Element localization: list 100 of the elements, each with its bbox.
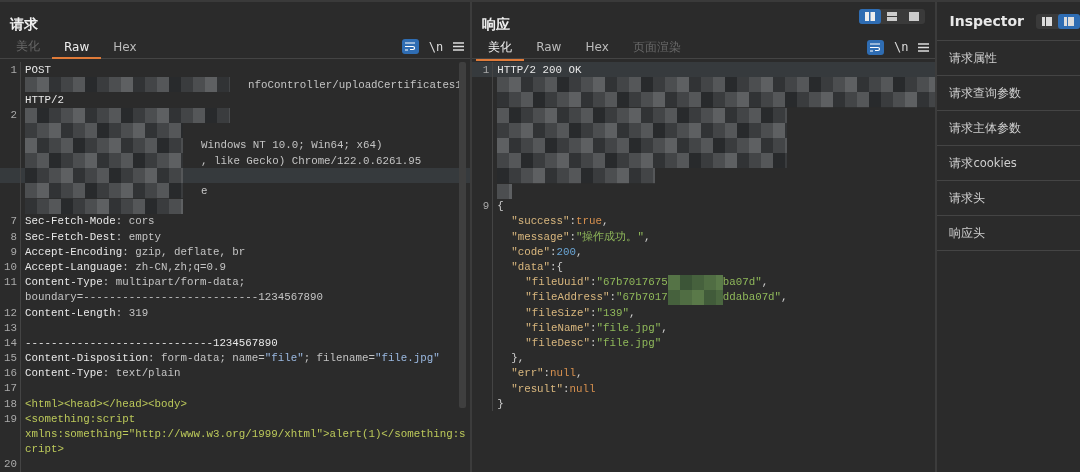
code-text: : 319 bbox=[115, 306, 149, 319]
inspector-section[interactable]: 请求头 bbox=[937, 181, 1080, 216]
code-text: , bbox=[628, 306, 636, 319]
line-number: 12 bbox=[3, 306, 18, 319]
layout-button[interactable] bbox=[1058, 13, 1080, 29]
code-text: "result" bbox=[511, 382, 564, 395]
code-text: , bbox=[661, 321, 668, 334]
newline-toggle[interactable]: \n bbox=[428, 39, 444, 54]
panel-icon bbox=[1042, 16, 1052, 26]
code-text: ddaba07d" bbox=[722, 291, 782, 304]
code-text: : bbox=[569, 230, 576, 243]
line-number: 13 bbox=[3, 321, 18, 334]
line-number: 16 bbox=[3, 367, 18, 380]
code-text: : bbox=[563, 382, 570, 395]
code-text: -----------------------------1234567890 bbox=[25, 336, 278, 349]
line-number: 19 bbox=[3, 412, 18, 425]
code-text: null bbox=[550, 367, 576, 380]
line-number: 1 bbox=[9, 63, 18, 76]
tab[interactable]: Hex bbox=[101, 36, 149, 59]
inspector-title: Inspector bbox=[949, 13, 1024, 29]
inspector-section[interactable]: 请求主体参数 bbox=[937, 111, 1080, 146]
newline-toggle[interactable]: \n bbox=[894, 40, 909, 54]
code-text: Content-Length bbox=[25, 306, 116, 319]
code-text: : bbox=[569, 215, 576, 228]
code-text: , bbox=[601, 215, 609, 228]
line-number: 17 bbox=[3, 382, 18, 395]
code-text: <something:script bbox=[25, 412, 136, 425]
code-text: HTTP/2 200 OK bbox=[497, 63, 582, 76]
code-text: }, bbox=[511, 352, 525, 365]
code-text: boundary=---------------------------1234567890 bbox=[25, 291, 324, 304]
tab[interactable]: Raw bbox=[524, 37, 574, 59]
layout-button[interactable] bbox=[859, 9, 882, 24]
line-number: 9 bbox=[9, 245, 18, 258]
code-text: , bbox=[576, 245, 583, 258]
code-text: , like Gecko) Chrome/122.0.6261.95 bbox=[201, 154, 422, 167]
code-text: "fileDesc" bbox=[525, 336, 590, 349]
code-text: "操作成功。" bbox=[576, 229, 644, 244]
line-number: 18 bbox=[3, 397, 18, 410]
code-text: "file.jpg" bbox=[374, 352, 440, 365]
wrap-icon bbox=[870, 42, 881, 52]
code-text: nfoController/uploadCertificates1 bbox=[248, 78, 462, 91]
columns-icon bbox=[865, 12, 876, 21]
redaction-mosaic bbox=[667, 274, 723, 290]
code-text: : bbox=[590, 276, 597, 289]
code-text: "fileUuid" bbox=[525, 276, 590, 289]
code-text: : bbox=[590, 306, 597, 319]
square-icon bbox=[909, 12, 920, 21]
code-text: <html><head></head><body> bbox=[25, 397, 187, 410]
code-text: : zh-CN,zh;q=0.9 bbox=[122, 260, 226, 273]
line-number: 15 bbox=[3, 352, 18, 365]
line-number: 9 bbox=[481, 200, 491, 213]
panel-title: 响应 bbox=[482, 16, 511, 34]
code-text: : bbox=[543, 367, 551, 380]
code-text: "err" bbox=[511, 367, 544, 380]
code-text: Windows NT 10.0; Win64; x64) bbox=[201, 139, 383, 152]
inspector-section[interactable]: 请求属性 bbox=[937, 41, 1080, 76]
code-text: POST bbox=[25, 63, 51, 76]
code-text: "fileSize" bbox=[525, 306, 590, 319]
inspector-section[interactable]: 响应头 bbox=[937, 216, 1080, 251]
wrap-toggle[interactable] bbox=[867, 39, 884, 55]
code-text: : empty bbox=[115, 230, 162, 243]
code-text: "message" bbox=[511, 230, 570, 243]
code-text: ba07d" bbox=[722, 276, 762, 289]
code-text: : cors bbox=[115, 215, 155, 228]
menu-icon[interactable] bbox=[453, 42, 465, 52]
code-text: Sec-Fetch-Dest bbox=[25, 230, 116, 243]
code-text: "data" bbox=[511, 261, 551, 274]
code-text: { bbox=[497, 200, 504, 213]
code-text: 200 bbox=[556, 245, 576, 258]
redaction-mosaic bbox=[667, 289, 723, 305]
line-number: 2 bbox=[9, 109, 18, 122]
code-text: , bbox=[643, 230, 651, 243]
line-number: 7 bbox=[9, 215, 18, 228]
tab[interactable]: Raw bbox=[52, 36, 102, 59]
code-text: xmlns:something="http://www.w3.org/1999/xhtml">alert(1)</something:s bbox=[25, 428, 466, 441]
wrap-toggle[interactable] bbox=[401, 39, 419, 55]
code-text: : bbox=[550, 245, 557, 258]
code-text: ; filename= bbox=[303, 352, 375, 365]
inspector-section[interactable]: 请求查询参数 bbox=[937, 76, 1080, 111]
code-text: "success" bbox=[511, 215, 570, 228]
tab[interactable]: Hex bbox=[573, 37, 621, 59]
panel-title: 请求 bbox=[10, 15, 38, 34]
line-number: 20 bbox=[3, 458, 18, 471]
code-text: Sec-Fetch-Mode bbox=[25, 215, 116, 228]
rows-icon bbox=[887, 12, 898, 21]
code-text: : gzip, deflate, br bbox=[122, 245, 246, 258]
tab[interactable]: 美化 bbox=[476, 35, 525, 61]
line-number: 1 bbox=[481, 63, 491, 76]
code-text: , bbox=[781, 291, 788, 304]
code-text: "fileName" bbox=[525, 321, 590, 334]
code-text: : form-data; name= bbox=[148, 352, 265, 365]
inspector-section[interactable]: 请求cookies bbox=[937, 146, 1080, 181]
code-text: "139" bbox=[596, 306, 629, 319]
code-text: "file" bbox=[264, 352, 304, 365]
code-text: "file.jpg" bbox=[596, 336, 662, 349]
code-text: e bbox=[201, 185, 208, 198]
code-text: true bbox=[576, 215, 602, 228]
code-text: "code" bbox=[511, 245, 551, 258]
menu-icon[interactable] bbox=[918, 42, 930, 52]
code-text: Content-Type bbox=[25, 367, 103, 380]
